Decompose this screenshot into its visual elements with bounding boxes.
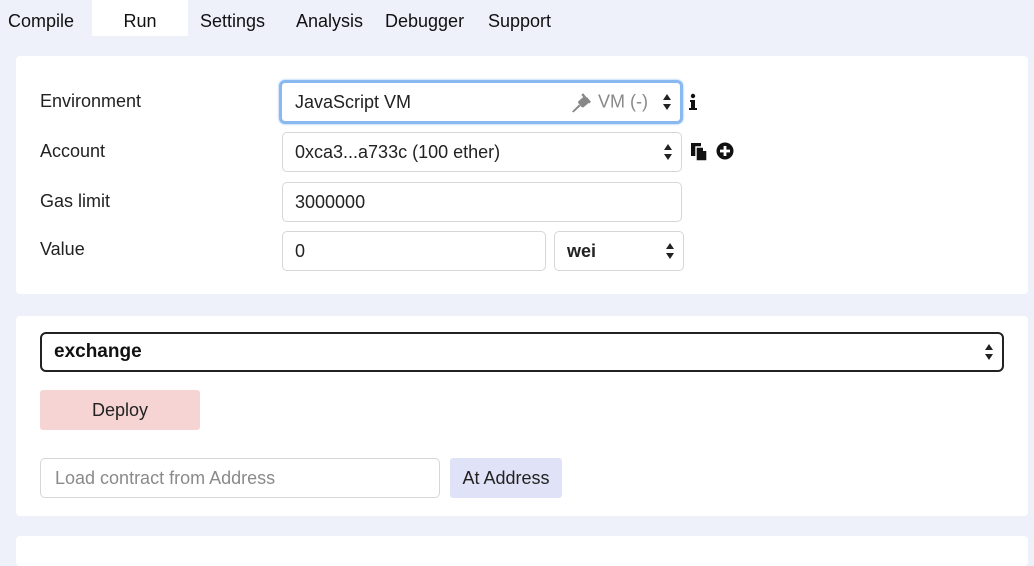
environment-label: Environment — [40, 91, 142, 111]
select-arrows-icon — [664, 144, 672, 160]
gas-limit-input[interactable]: 3000000 — [282, 182, 682, 222]
tab-bar: Compile Run Settings Analysis Debugger S… — [0, 0, 1034, 36]
vm-status-text: VM (-) — [598, 91, 648, 112]
account-label: Account — [40, 141, 106, 161]
at-address-button[interactable]: At Address — [450, 458, 562, 498]
environment-select[interactable]: JavaScript VM VM (-) — [279, 80, 683, 124]
instances-panel — [16, 536, 1028, 566]
tab-settings[interactable]: Settings — [200, 0, 265, 36]
environment-value: JavaScript VM — [295, 91, 412, 112]
tab-compile[interactable]: Compile — [0, 0, 92, 36]
vm-status: VM (-) — [570, 92, 648, 113]
gas-limit-label: Gas limit — [40, 191, 111, 211]
value-amount: 0 — [295, 240, 306, 261]
deploy-button[interactable]: Deploy — [40, 390, 200, 430]
contract-select[interactable]: exchange — [40, 332, 1004, 372]
copy-icon[interactable] — [690, 142, 708, 162]
select-arrows-icon — [985, 344, 993, 360]
tab-analysis[interactable]: Analysis — [296, 0, 363, 36]
run-settings-panel: Environment JavaScript VM VM (-) Account… — [16, 56, 1028, 294]
account-select[interactable]: 0xca3...a733c (100 ether) — [282, 132, 682, 172]
plug-icon — [572, 92, 592, 112]
value-unit-select[interactable]: wei — [554, 231, 684, 271]
account-value: 0xca3...a733c (100 ether) — [295, 141, 501, 162]
value-unit: wei — [567, 240, 597, 261]
tab-run[interactable]: Run — [92, 0, 188, 36]
contract-panel: exchange Deploy At Address — [16, 316, 1028, 516]
select-arrows-icon — [663, 94, 671, 110]
plus-circle-icon[interactable] — [716, 142, 734, 160]
tab-support[interactable]: Support — [488, 0, 551, 36]
value-label: Value — [40, 239, 85, 259]
contract-address-input[interactable] — [40, 458, 440, 498]
contract-value: exchange — [54, 341, 142, 362]
select-arrows-icon — [666, 243, 674, 259]
info-icon[interactable] — [688, 93, 698, 111]
tab-debugger[interactable]: Debugger — [385, 0, 464, 36]
value-input[interactable]: 0 — [282, 231, 546, 271]
gas-limit-value: 3000000 — [295, 191, 366, 212]
